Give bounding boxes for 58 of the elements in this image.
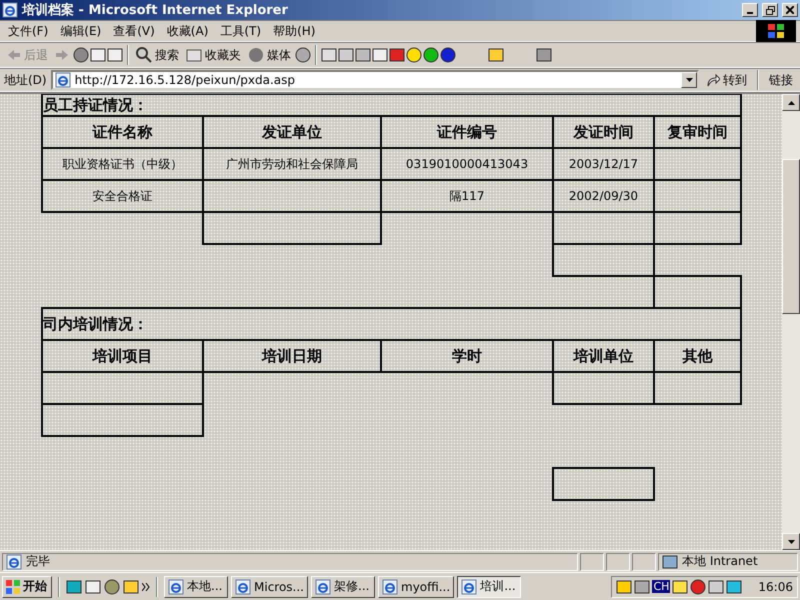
zone-text: 本地 Intranet [682,553,758,570]
status-pane [632,552,656,570]
window-icon [315,578,331,594]
menu-item[interactable]: 文件(F) [4,22,56,40]
minimize-button[interactable] [742,3,758,17]
favorites-button[interactable]: 收藏夹 [183,46,244,64]
links-button[interactable]: 链接 [766,72,796,88]
browser-icon [2,2,18,18]
windows-logo [756,20,796,42]
section-heading: 员工持证情况： [41,94,742,117]
menu-item[interactable]: 帮助(H) [269,22,324,40]
arrow-right-icon [55,49,69,61]
taskbar-button[interactable]: 架修... [311,576,375,598]
dropdown-button[interactable] [681,72,697,88]
taskbar-button[interactable]: 培训... [457,576,522,598]
more-icon[interactable] [142,582,150,590]
arrow-icon [706,73,720,87]
scrollbar[interactable] [782,94,800,550]
caret-down-icon [788,540,794,544]
page-icon [54,72,71,88]
input-method-indicator[interactable]: CH [652,580,670,593]
menu-item[interactable]: 编辑(E) [56,22,110,40]
media-button[interactable]: 媒体 [245,46,294,64]
clock: 16:06 [758,580,793,594]
scroll-up-button[interactable] [782,94,800,111]
close-button[interactable] [782,3,798,17]
status-pane [580,552,604,570]
start-button[interactable]: 开始 [2,576,52,598]
window-title: 培训档案 - Microsoft Internet Explorer [22,2,289,19]
arrow-left-icon [7,49,21,61]
section-heading: 司内培训情况： [41,307,742,341]
status-text: 完毕 [26,553,50,570]
window-icon [168,578,184,594]
taskbar-button[interactable]: Micros... [231,576,308,598]
caret-up-icon [788,100,794,104]
window-icon [235,578,251,594]
close-icon [786,6,794,14]
window-icon [461,578,478,594]
search-button[interactable]: 搜索 [133,46,182,64]
menu-item[interactable]: 工具(T) [216,22,270,40]
go-button[interactable]: 转到 [703,72,750,88]
address-label: 地址(D) [4,72,47,88]
address-field[interactable]: http://172.16.5.128/peixun/pxda.asp [50,70,699,90]
scroll-thumb[interactable] [782,159,800,314]
taskbar-button[interactable]: 本地... [164,576,228,598]
search-icon [136,47,152,63]
menu-item[interactable]: 收藏(A) [162,22,216,40]
menu-item[interactable]: 查看(V) [109,22,163,40]
restore-icon [766,6,774,14]
window-icon [382,578,398,594]
status-pane [606,552,630,570]
caret-icon [686,78,692,82]
table-cell: 安全合格证 [41,179,204,213]
windows-logo-icon [6,580,20,594]
scroll-down-button[interactable] [782,533,800,550]
taskbar-button[interactable]: myoffi... [378,576,454,598]
restore-button[interactable] [762,3,778,17]
page-icon [6,554,22,570]
